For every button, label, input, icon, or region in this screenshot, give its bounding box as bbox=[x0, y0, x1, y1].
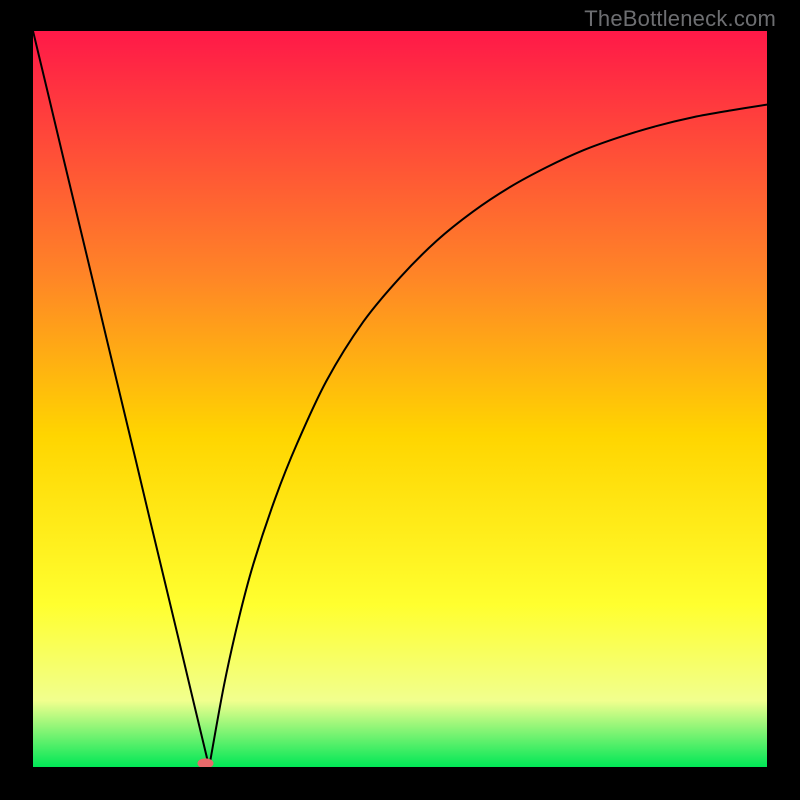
chart-frame: TheBottleneck.com bbox=[0, 0, 800, 800]
chart-background bbox=[33, 31, 767, 767]
bottleneck-chart bbox=[33, 31, 767, 767]
watermark-text: TheBottleneck.com bbox=[584, 6, 776, 32]
